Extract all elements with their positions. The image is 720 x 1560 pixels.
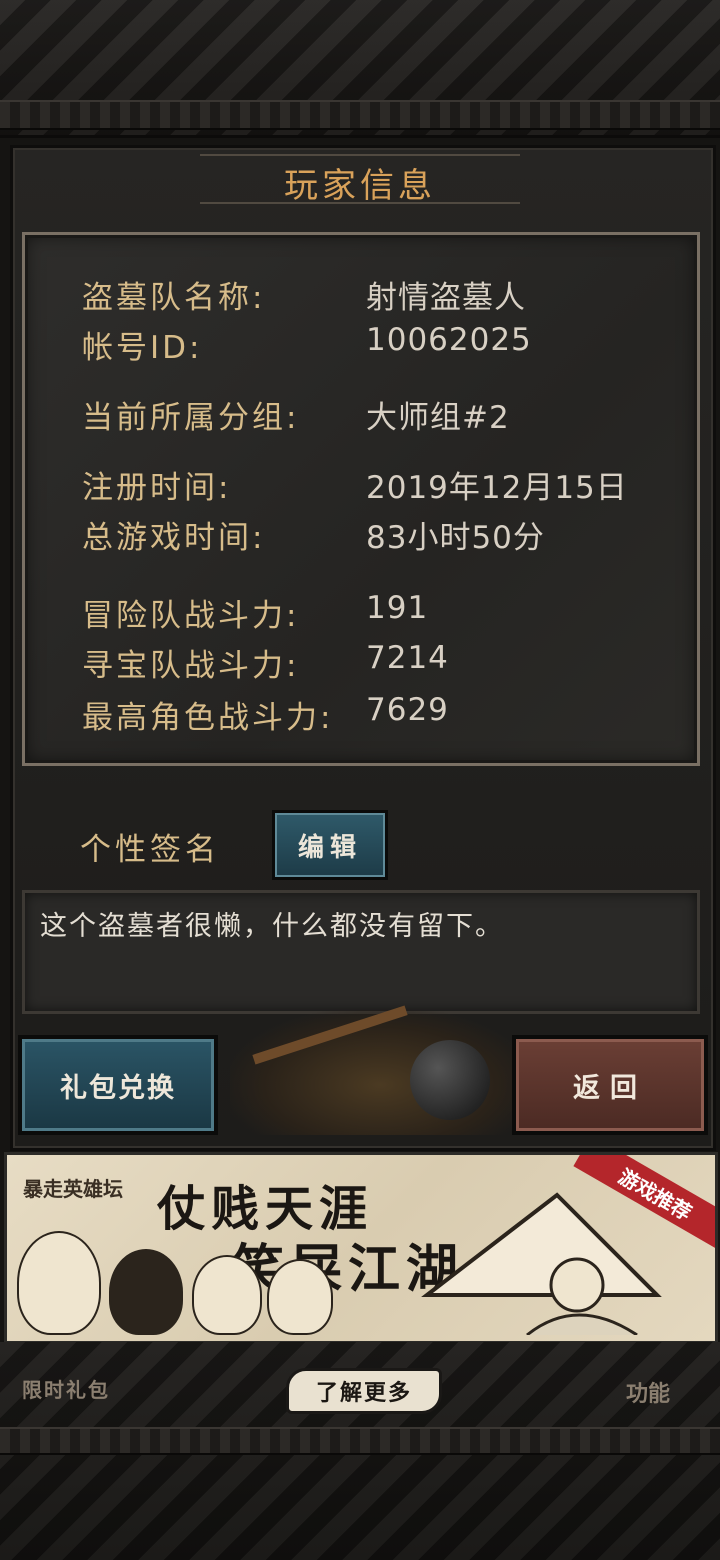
page-title: 玩家信息: [284, 166, 436, 206]
scene-pot: [410, 1040, 490, 1120]
info-value-adventure-power: 191: [366, 590, 429, 626]
info-label-group: 当前所属分组:: [82, 400, 300, 436]
info-label-adventure-power: 冒险队战斗力:: [82, 598, 300, 634]
info-value-register-time: 2019年12月15日: [366, 470, 628, 506]
bottom-rail: [0, 1427, 720, 1455]
title-divider-bottom: [200, 202, 520, 204]
title-divider-top: [200, 154, 520, 156]
limited-gift-button[interactable]: 限时礼包: [22, 1374, 110, 1403]
top-decor-band: [0, 0, 720, 138]
ad-characters-illustration: [17, 1225, 347, 1335]
info-value-play-time: 83小时50分: [366, 520, 545, 556]
gift-redeem-button[interactable]: 礼包兑换: [18, 1035, 218, 1135]
info-value-group: 大师组#2: [366, 400, 510, 436]
info-value-top-character-power: 7629: [366, 692, 449, 728]
top-rail: [0, 100, 720, 130]
info-label-play-time: 总游戏时间:: [82, 520, 266, 556]
scene-stick: [252, 1005, 408, 1065]
info-value-account-id: 10062025: [366, 322, 532, 358]
info-label-account-id: 帐号ID:: [82, 330, 203, 366]
signature-label: 个性签名: [80, 832, 220, 868]
ad-banner[interactable]: 暴走英雄坛 仗贱天涯 笑屎江湖 游戏推荐: [4, 1152, 718, 1344]
learn-more-button[interactable]: 了解更多: [286, 1368, 442, 1414]
back-button[interactable]: 返回: [512, 1035, 708, 1135]
edit-signature-button[interactable]: 编辑: [272, 810, 388, 880]
ad-logo: 暴走英雄坛: [23, 1177, 123, 1201]
info-value-treasure-power: 7214: [366, 640, 449, 676]
info-value-team-name: 射情盗墓人: [366, 280, 526, 316]
background-scene-illustration: [230, 1005, 530, 1135]
info-label-top-character-power: 最高角色战斗力:: [82, 700, 334, 736]
signature-text: 这个盗墓者很懒，什么都没有留下。: [40, 911, 504, 942]
function-button[interactable]: 功能: [626, 1376, 670, 1408]
info-label-register-time: 注册时间:: [82, 470, 232, 506]
info-label-treasure-power: 寻宝队战斗力:: [82, 648, 300, 684]
info-label-team-name: 盗墓队名称:: [82, 280, 266, 316]
